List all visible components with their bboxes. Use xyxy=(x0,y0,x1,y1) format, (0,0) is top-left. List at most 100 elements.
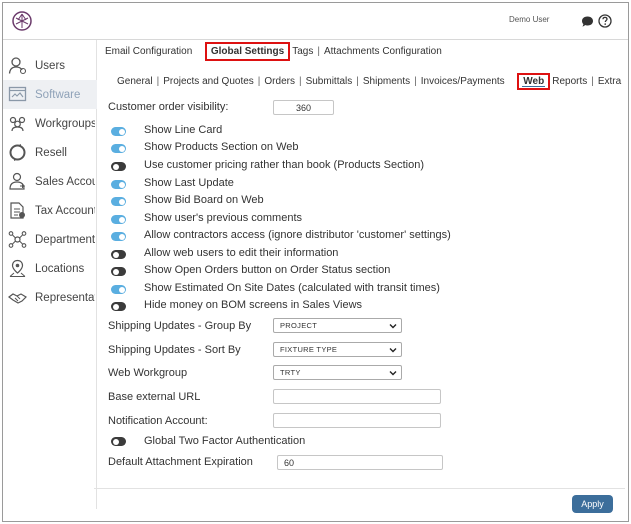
footer-bar xyxy=(94,488,625,518)
chevron-down-icon xyxy=(389,348,397,353)
group-by-label: Shipping Updates - Group By xyxy=(108,320,252,332)
representatives-icon xyxy=(8,293,27,304)
sidebar-item-label: Sales Accounts xyxy=(35,175,95,188)
subtab-web[interactable]: Web xyxy=(517,73,551,90)
sidebar-item-users[interactable]: Users xyxy=(3,51,97,80)
sort-by-label: Shipping Updates - Sort By xyxy=(108,344,241,356)
setting-label: Allow contractors access (ignore distrib… xyxy=(144,229,451,241)
locations-icon xyxy=(9,259,26,277)
toggle-knob xyxy=(112,163,119,170)
setting-label: Use customer pricing rather than book (P… xyxy=(144,159,425,171)
chevron-down-icon xyxy=(389,371,397,376)
setting-toggle[interactable] xyxy=(111,180,126,189)
tab-separator: | xyxy=(356,76,359,87)
toggle-knob xyxy=(112,303,119,310)
software-icon xyxy=(8,86,27,102)
customer-order-visibility-label: Customer order visibility: xyxy=(108,101,229,113)
tab-attachments-configuration[interactable]: Attachments Configuration xyxy=(324,46,442,57)
sidebar-item-workgroups[interactable]: Workgroups xyxy=(3,109,97,138)
tab-tags[interactable]: Tags xyxy=(292,46,313,57)
setting-toggle[interactable] xyxy=(111,162,126,171)
setting-toggle[interactable] xyxy=(111,285,126,294)
user-name[interactable]: Demo User xyxy=(509,15,549,24)
toggle-knob xyxy=(118,181,125,188)
subtab-invoices-payments[interactable]: Invoices/Payments xyxy=(421,76,505,87)
setting-label: Hide money on BOM screens in Sales Views xyxy=(144,299,363,311)
setting-toggle[interactable] xyxy=(111,215,126,224)
chat-icon[interactable] xyxy=(581,15,594,28)
toggle-knob xyxy=(112,268,119,275)
sidebar-item-label: Workgroups xyxy=(35,117,95,130)
base-external-url-input[interactable] xyxy=(273,389,441,404)
attachment-expiration-input[interactable]: 60 xyxy=(277,455,443,470)
sidebar-item-resell[interactable]: Resell xyxy=(3,138,97,167)
toggle-knob xyxy=(118,145,125,152)
sort-by-select[interactable]: FIXTURE TYPE xyxy=(273,342,402,357)
top-bar: Demo User xyxy=(3,3,628,40)
web-workgroup-select[interactable]: TRTY xyxy=(273,365,402,380)
subtab-extra[interactable]: Extra xyxy=(598,76,621,87)
notification-account-input[interactable] xyxy=(273,413,441,428)
toggle-knob xyxy=(112,251,119,258)
attachment-expiration-label: Default Attachment Expiration xyxy=(108,456,253,468)
subtab-orders[interactable]: Orders xyxy=(264,76,295,87)
setting-toggle[interactable] xyxy=(111,250,126,259)
subtab-submittals[interactable]: Submittals xyxy=(306,76,353,87)
resell-icon xyxy=(9,144,26,161)
departments-icon xyxy=(8,231,27,248)
help-icon[interactable] xyxy=(598,14,612,28)
workgroups-icon xyxy=(9,116,26,132)
tab-separator: | xyxy=(317,46,320,57)
toggle-knob xyxy=(112,438,119,445)
subtab-reports[interactable]: Reports xyxy=(552,76,587,87)
setting-label: Show Line Card xyxy=(144,124,223,136)
tab-separator: | xyxy=(591,76,594,87)
tab-global-settings[interactable]: Global Settings xyxy=(204,42,291,61)
apply-button[interactable]: Apply xyxy=(572,495,613,513)
toggle-knob xyxy=(118,216,125,223)
settings-tabs: Email Configuration | Global Settings Ta… xyxy=(105,42,442,61)
sidebar: Users Software Workgroups Resell Sales A… xyxy=(3,40,97,509)
sidebar-item-software[interactable]: Software xyxy=(3,80,97,109)
subtab-projects-and-quotes[interactable]: Projects and Quotes xyxy=(163,76,254,87)
user-icon xyxy=(8,57,27,75)
tab-separator: | xyxy=(414,76,417,87)
two-factor-toggle[interactable] xyxy=(111,437,126,446)
setting-label: Allow web users to edit their informatio… xyxy=(144,247,339,259)
app-logo-icon[interactable] xyxy=(12,11,32,31)
tab-separator: | xyxy=(156,76,160,87)
base-external-url-label: Base external URL xyxy=(108,391,201,403)
setting-toggle[interactable] xyxy=(111,267,126,276)
setting-toggle[interactable] xyxy=(111,302,126,311)
global-settings-subtabs: General | Projects and Quotes | Orders |… xyxy=(117,73,621,90)
setting-toggle[interactable] xyxy=(111,232,126,241)
chevron-down-icon xyxy=(389,324,397,329)
setting-label: Show user's previous comments xyxy=(144,212,302,224)
sidebar-item-departments[interactable]: Departments xyxy=(3,225,97,254)
tax-accounts-icon xyxy=(10,202,25,219)
active-tab-underline xyxy=(522,86,546,87)
setting-label: Show Open Orders button on Order Status … xyxy=(144,264,391,276)
sort-by-value: FIXTURE TYPE xyxy=(280,345,338,354)
sidebar-item-tax-accounts[interactable]: Tax Accounts xyxy=(3,196,97,225)
setting-toggle[interactable] xyxy=(111,144,126,153)
subtab-general[interactable]: General xyxy=(117,76,153,87)
customer-order-visibility-input[interactable]: 360 xyxy=(273,100,334,115)
subtab-shipments[interactable]: Shipments xyxy=(363,76,410,87)
sidebar-item-label: Locations xyxy=(35,262,85,275)
web-workgroup-value: TRTY xyxy=(280,368,301,377)
sales-accounts-icon xyxy=(9,172,25,190)
setting-label: Show Bid Board on Web xyxy=(144,194,264,206)
setting-toggle[interactable] xyxy=(111,197,126,206)
sidebar-item-sales-accounts[interactable]: Sales Accounts xyxy=(3,167,97,196)
sidebar-item-label: Software xyxy=(35,88,81,101)
sidebar-item-locations[interactable]: Locations xyxy=(3,254,97,283)
setting-toggle[interactable] xyxy=(111,127,126,136)
group-by-select[interactable]: PROJECT xyxy=(273,318,402,333)
setting-label: Show Products Section on Web xyxy=(144,141,299,153)
tab-separator: | xyxy=(257,76,261,87)
tab-email-configuration[interactable]: Email Configuration xyxy=(105,46,192,57)
toggle-knob xyxy=(118,198,125,205)
sidebar-item-representatives[interactable]: Representatives xyxy=(3,283,97,312)
web-workgroup-label: Web Workgroup xyxy=(108,367,188,379)
